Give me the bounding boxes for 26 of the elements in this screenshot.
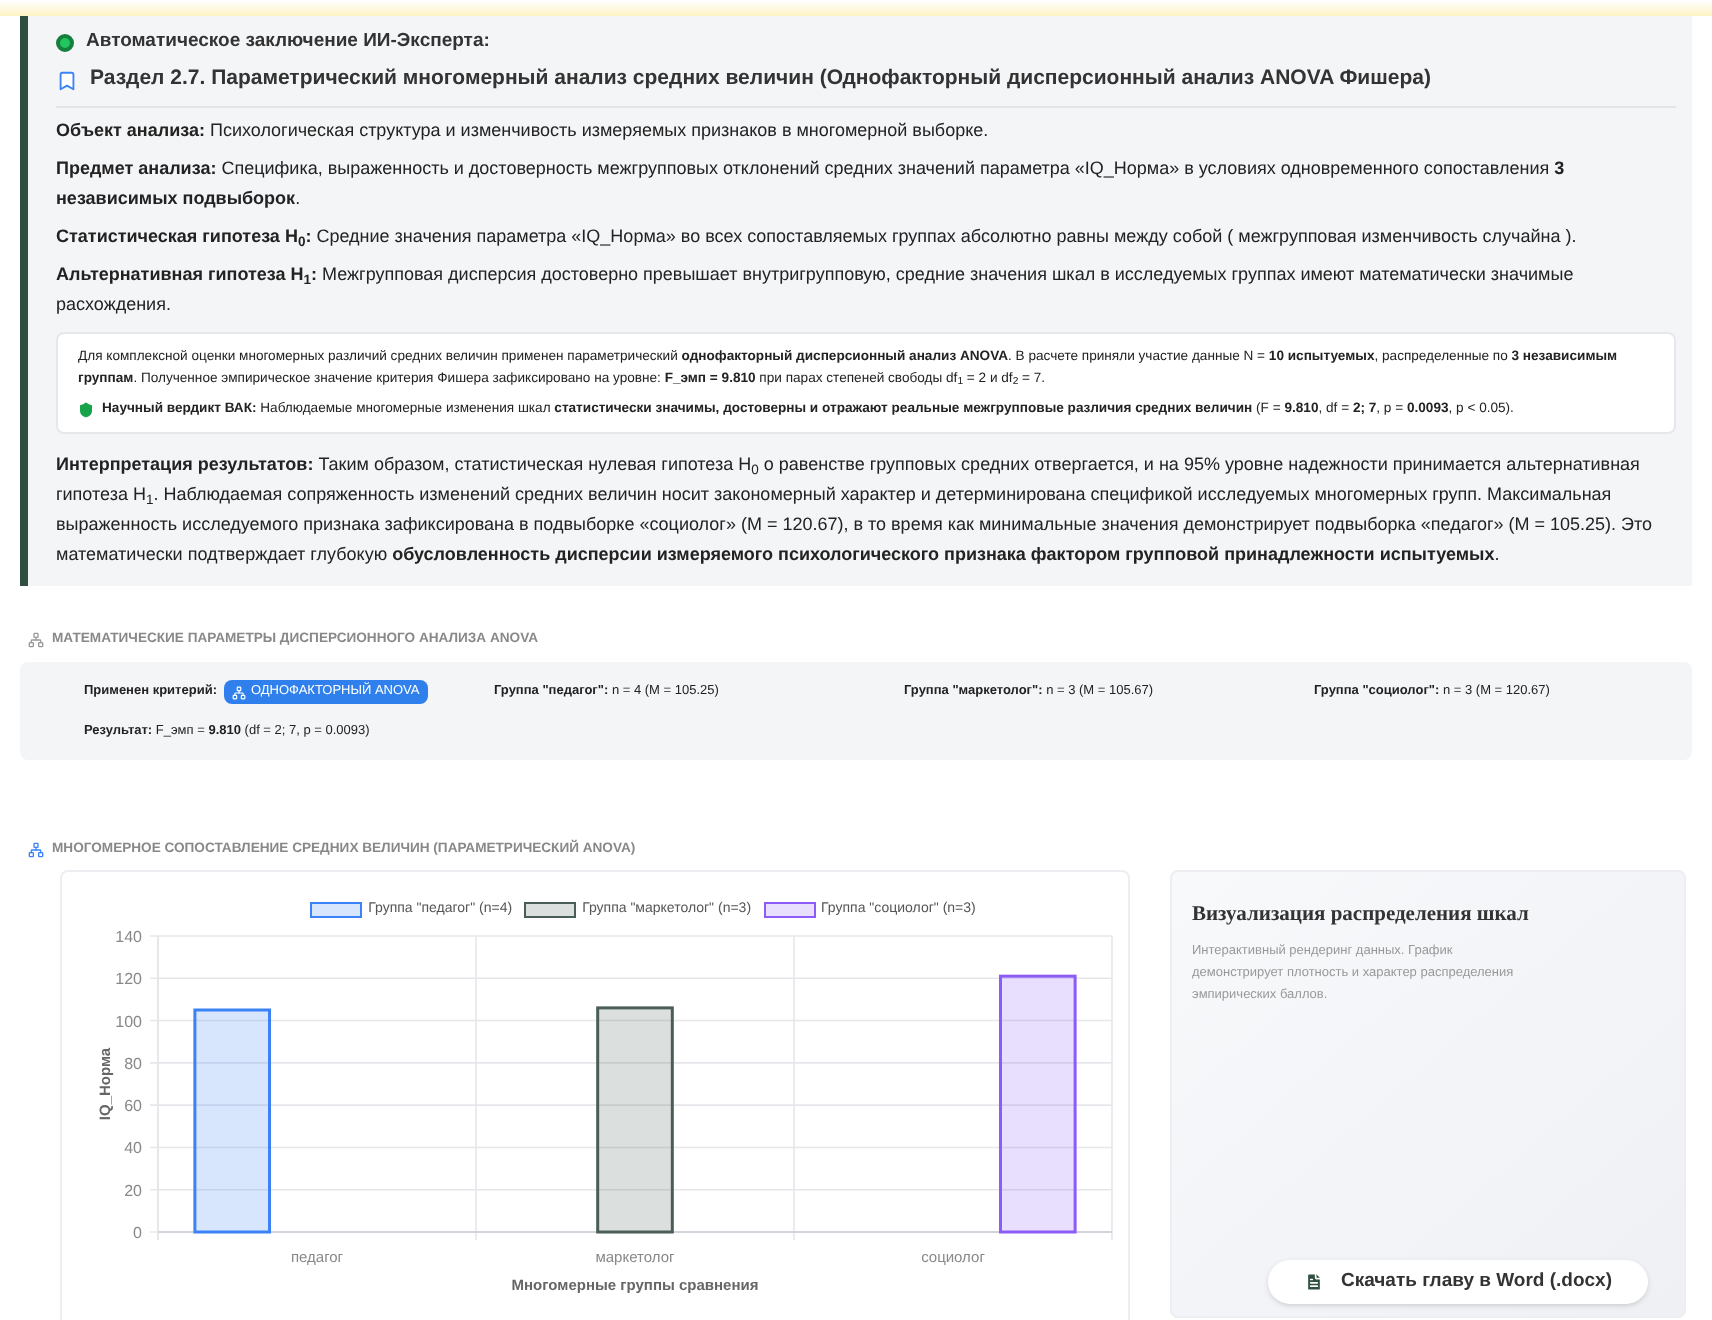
y-tick-label: 100 [115, 1012, 142, 1031]
analysis-paragraph: Предмет анализа: Специфика, выраженность и достоверность межгрупповых отклонений средних значений параметра «IQ_Норма» в условиях одновременного сопоставления 3 независимых подвыборок. [56, 156, 1567, 212]
hierarchy-icon [28, 632, 44, 649]
hierarchy-icon [232, 685, 247, 700]
y-tick-label: 0 [133, 1223, 142, 1242]
analysis-paragraph: Статистическая гипотеза H$_{0}$: Средние значения параметра «IQ_Норма» во всех сопоставляемых группах абсолютно равны между собой ( межгрупповая изменчивость случайна ). [56, 224, 1579, 252]
legend-swatch [524, 902, 577, 919]
y-tick-label: 120 [115, 970, 142, 989]
panel-title: Визуализация распределения шкал [1192, 901, 1531, 930]
legend-swatch [763, 902, 816, 919]
hierarchy-icon [28, 841, 44, 858]
shield-icon [78, 401, 94, 417]
section-title: Раздел 2.7. Параметрический многомерный анализ средних величин (Однофакторный дисперсионный анализ ANOVA Фишера) [90, 64, 1431, 95]
bookmark-icon [56, 69, 78, 92]
y-tick-label: 20 [124, 1181, 142, 1200]
y-tick-label: 60 [124, 1096, 142, 1115]
y-tick-label: 140 [115, 927, 142, 946]
interpretation-text: Интерпретация результатов: Таким образом, статистическая нулевая гипотеза H$_{0}$ о равенстве групповых средних отвергается, и на 95% уровне надежности принимается альтернативная гипотеза H$_{1}$. Наблюдаемая сопряженность изменений средних величин носит закономерный характер и детерминирована спецификой исследуемых многомерных групп. Максимальная выраженность исследуемого признака зафиксирована в подвыборке «социолог» (M = 120.67), в то время как минимальные значения демонстрирует подвыборка «педагог» (M = 105.25). Это математически подтверждает глубокую обусловленность дисперсии измеряемого психологического признака фактором групповой принадлежности испытуемых. [56, 452, 1655, 568]
document-icon [1304, 1271, 1325, 1292]
conclusion-title: Автоматическое заключение ИИ-Эксперта: [86, 28, 490, 56]
analysis-paragraph: Объект анализа: Психологическая структура и изменчивость измеряемых признаков в многомерной выборке. [56, 118, 991, 144]
download-button[interactable]: Скачать главу в Word (.docx) [1268, 1259, 1648, 1304]
analysis-paragraph: Альтернативная гипотеза H$_{1}$: Межгрупповая дисперсия достоверно превышает внутригрупповую, средние значения шкал в исследуемых группах имеют математически значимые расхождения. [56, 262, 1576, 318]
legend-swatch [310, 902, 363, 919]
y-tick-label: 80 [124, 1054, 142, 1073]
y-tick-label: 40 [124, 1139, 142, 1158]
